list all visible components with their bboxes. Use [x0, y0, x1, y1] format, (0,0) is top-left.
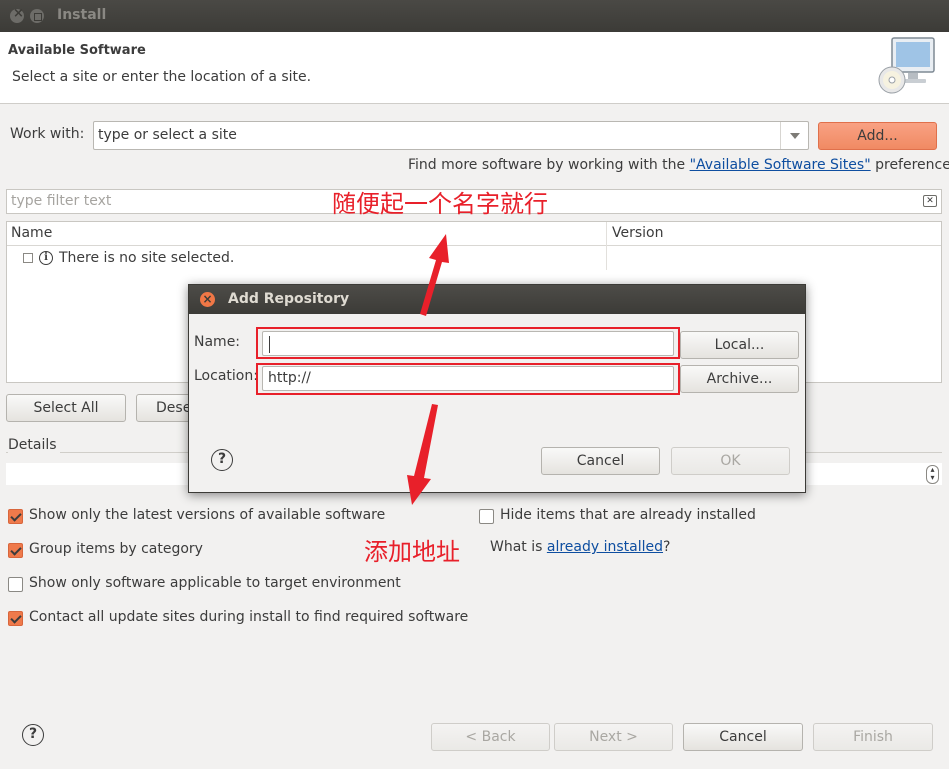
name-hint-arrow — [420, 234, 449, 316]
location-hint-annotation: 添加地址 — [364, 538, 460, 566]
annotation-arrows — [407, 234, 449, 505]
location-hint-arrow — [407, 404, 438, 505]
name-hint-annotation: 随便起一个名字就行 — [332, 190, 548, 218]
